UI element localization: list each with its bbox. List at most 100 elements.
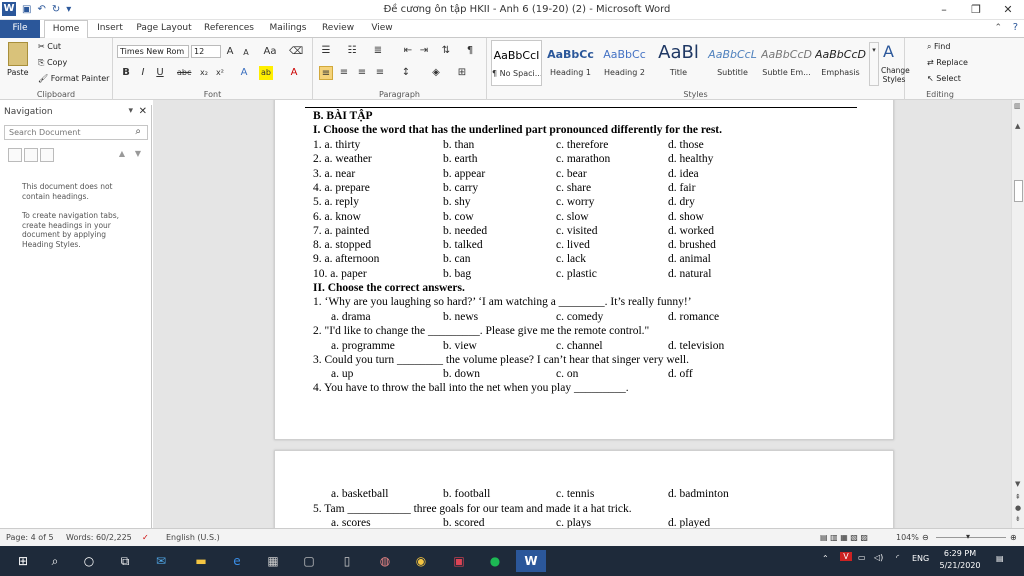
align-center-icon[interactable]: ≡ xyxy=(337,66,351,80)
tab-mailings[interactable]: Mailings xyxy=(264,20,312,38)
results-tab-icon[interactable] xyxy=(40,148,54,162)
app-icon[interactable]: ▢ xyxy=(294,550,324,572)
next-page-icon[interactable]: ⇟ xyxy=(1015,515,1021,523)
clear-format-icon[interactable]: ⌫ xyxy=(289,45,303,59)
tab-insert[interactable]: Insert xyxy=(92,20,128,38)
grow-font-icon[interactable]: A xyxy=(223,45,237,59)
antivirus-icon[interactable]: V xyxy=(840,552,852,561)
tab-view[interactable]: View xyxy=(364,20,400,38)
page-count[interactable]: Page: 4 of 5 xyxy=(6,533,54,542)
numbering-icon[interactable]: ☷ xyxy=(345,44,359,58)
task-view-icon[interactable]: ⧉ xyxy=(110,550,140,572)
close-icon[interactable]: ✕ xyxy=(992,0,1024,20)
headings-tab-icon[interactable] xyxy=(8,148,22,162)
style-heading-2[interactable]: AaBbCc Heading 2 xyxy=(599,40,650,86)
tab-home[interactable]: Home xyxy=(44,20,88,39)
line-spacing-icon[interactable]: ↕ xyxy=(399,66,413,80)
zoom-in-icon[interactable]: ⊕ xyxy=(1010,533,1017,542)
bold-icon[interactable]: B xyxy=(119,66,133,80)
scroll-down-icon[interactable]: ▼ xyxy=(1015,480,1020,488)
browse-object-icon[interactable]: ● xyxy=(1015,504,1021,512)
scroll-thumb[interactable] xyxy=(1014,180,1023,202)
change-case-icon[interactable]: Aa xyxy=(263,45,277,59)
page-4[interactable]: B. BÀI TẬP I. Choose the word that has t… xyxy=(274,100,894,440)
font-size-box[interactable]: 12 xyxy=(191,45,221,58)
subscript-icon[interactable]: x₂ xyxy=(197,66,211,80)
prev-page-icon[interactable]: ⇞ xyxy=(1015,493,1021,501)
highlight-icon[interactable]: ab xyxy=(259,66,273,80)
sort-icon[interactable]: ⇅ xyxy=(439,44,453,58)
text-effects-icon[interactable]: A xyxy=(237,66,251,80)
format-painter-button[interactable]: 🖌 Format Painter xyxy=(38,74,109,83)
borders-icon[interactable]: ⊞ xyxy=(455,66,469,80)
style-subtle-emphasis[interactable]: AaBbCcD Subtle Em... xyxy=(761,40,812,86)
tab-references[interactable]: References xyxy=(200,20,258,38)
decrease-indent-icon[interactable]: ⇤ xyxy=(401,44,415,58)
tab-review[interactable]: Review xyxy=(318,20,358,38)
select-button[interactable]: ↖ Select xyxy=(927,74,961,83)
search-icon[interactable]: ⌕ xyxy=(40,550,70,572)
page-5[interactable]: a. basketball b. football c. tennis d. badm… xyxy=(274,450,894,528)
file-explorer-icon[interactable]: ▬ xyxy=(186,550,216,572)
align-left-icon[interactable]: ≡ xyxy=(319,66,333,80)
word-count[interactable]: Words: 60/2,225 xyxy=(66,533,132,542)
style-emphasis[interactable]: AaBbCcD Emphasis xyxy=(815,40,866,86)
proofing-icon[interactable]: ✓ xyxy=(142,533,149,542)
next-result-icon[interactable]: ▼ xyxy=(135,149,141,158)
cortana-icon[interactable]: ○ xyxy=(74,550,104,572)
replace-button[interactable]: ⇄ Replace xyxy=(927,58,968,67)
font-name-box[interactable]: Times New Rom xyxy=(117,45,189,58)
change-styles-button[interactable]: Change Styles xyxy=(881,66,910,84)
battery-icon[interactable]: ▭ xyxy=(858,553,866,562)
language-indicator[interactable]: English (U.S.) xyxy=(166,533,220,542)
notifications-icon[interactable]: ▤ xyxy=(996,554,1004,563)
pages-tab-icon[interactable] xyxy=(24,148,38,162)
increase-indent-icon[interactable]: ⇥ xyxy=(417,44,431,58)
phone-icon[interactable]: ▯ xyxy=(332,550,362,572)
prev-result-icon[interactable]: ▲ xyxy=(119,149,125,158)
spotify-icon[interactable]: ● xyxy=(480,550,510,572)
bullets-icon[interactable]: ☰ xyxy=(319,44,333,58)
italic-icon[interactable]: I xyxy=(136,66,150,80)
help-icon[interactable]: ? xyxy=(1013,22,1018,33)
zoom-slider[interactable] xyxy=(936,537,1006,538)
ruler-toggle-icon[interactable]: ▥ xyxy=(1014,102,1021,110)
shading-icon[interactable]: ◈ xyxy=(429,66,443,80)
superscript-icon[interactable]: x² xyxy=(213,66,227,80)
zoom-level[interactable]: 104% xyxy=(896,533,919,542)
zoom-thumb-icon[interactable]: ▾ xyxy=(966,532,970,541)
underline-icon[interactable]: U xyxy=(153,66,167,80)
paste-button[interactable]: Paste xyxy=(7,68,29,77)
find-button[interactable]: ⌕ Find xyxy=(927,42,950,52)
minimize-ribbon-icon[interactable]: ⌃ xyxy=(994,23,1002,33)
style-title[interactable]: AaBl Title xyxy=(653,40,704,86)
mail-icon[interactable]: ✉ xyxy=(146,550,176,572)
vertical-scrollbar[interactable]: ▥ ▲ ▼ ⇞ ● ⇟ xyxy=(1011,100,1024,528)
nav-dropdown-icon[interactable]: ▾ xyxy=(128,106,133,116)
input-language[interactable]: ENG xyxy=(912,554,929,563)
coccoc-icon[interactable]: ◍ xyxy=(370,550,400,572)
document-area[interactable]: B. BÀI TẬP I. Choose the word that has t… xyxy=(153,100,1011,528)
scroll-up-icon[interactable]: ▲ xyxy=(1015,122,1020,130)
chrome-icon[interactable]: ◉ xyxy=(406,550,436,572)
align-right-icon[interactable]: ≡ xyxy=(355,66,369,80)
nav-search-input[interactable]: Search Document xyxy=(4,125,148,140)
font-color-icon[interactable]: A xyxy=(287,66,301,80)
style-no-spacing[interactable]: AaBbCcI ¶ No Spaci... xyxy=(491,40,542,86)
tab-page-layout[interactable]: Page Layout xyxy=(134,20,194,38)
word-taskbar-icon[interactable]: W xyxy=(516,550,546,572)
style-subtitle[interactable]: AaBbCcL Subtitle xyxy=(707,40,758,86)
restore-icon[interactable]: ❐ xyxy=(960,0,992,20)
justify-icon[interactable]: ≡ xyxy=(373,66,387,80)
cut-button[interactable]: ✂ Cut xyxy=(38,42,61,51)
change-styles-icon[interactable]: A xyxy=(883,42,894,61)
edge-icon[interactable]: e xyxy=(222,550,252,572)
minimize-icon[interactable]: – xyxy=(928,0,960,20)
shrink-font-icon[interactable]: A xyxy=(239,46,253,60)
tab-file[interactable]: File xyxy=(0,20,40,38)
show-marks-icon[interactable]: ¶ xyxy=(463,44,477,58)
multilevel-list-icon[interactable]: ≣ xyxy=(371,44,385,58)
styles-scroll-icon[interactable]: ▾ xyxy=(869,42,879,86)
copy-button[interactable]: ⎘ Copy xyxy=(38,58,67,68)
style-heading-1[interactable]: AaBbCc Heading 1 xyxy=(545,40,596,86)
